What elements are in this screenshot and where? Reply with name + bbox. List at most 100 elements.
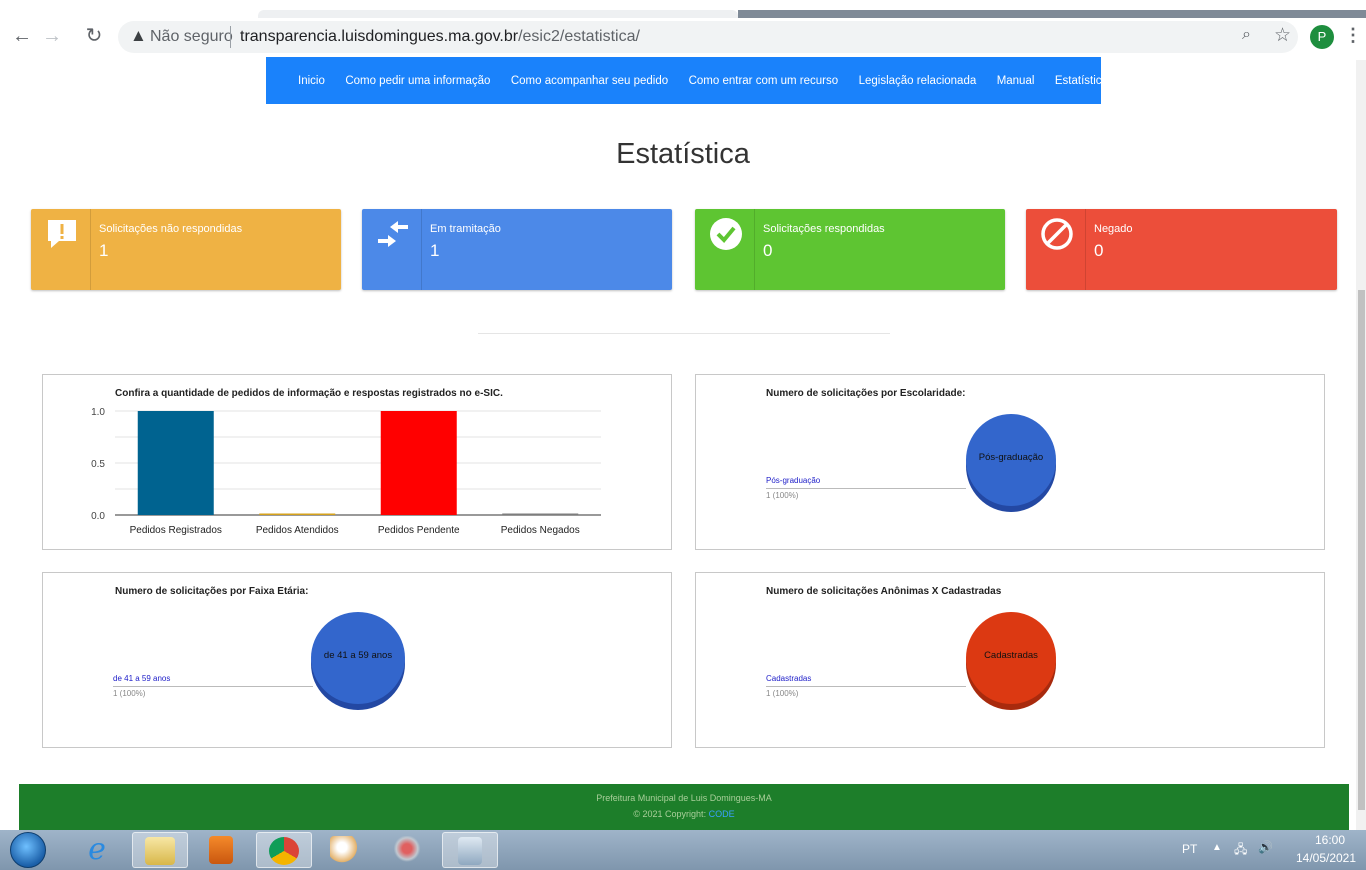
legend-percent: 1 (100%) <box>766 689 799 698</box>
x-tick-label: Pedidos Registrados <box>130 525 222 536</box>
x-tick-label: Pedidos Atendidos <box>256 525 339 536</box>
legend-percent: 1 (100%) <box>113 689 146 698</box>
bar-pedidos-negados[interactable] <box>502 513 579 516</box>
url-path: /esic2/estatistica/ <box>518 28 640 45</box>
legend-label: Cadastradas <box>766 674 812 683</box>
card-em-tramitacao: Em tramitação 1 <box>362 209 672 290</box>
tab-strip <box>0 0 1366 18</box>
card-value: 1 <box>99 241 109 260</box>
network-icon[interactable]: 🖧 <box>1234 840 1247 861</box>
card-respondidas: Solicitações respondidas 0 <box>695 209 1005 290</box>
internet-explorer-icon: e <box>88 832 106 867</box>
show-hidden-icons-icon[interactable]: ▲ <box>1212 842 1222 853</box>
forward-icon[interactable]: → <box>40 24 64 48</box>
footer-code-link[interactable]: CODE <box>709 809 735 819</box>
paint-icon <box>330 836 360 864</box>
legend-percent: 1 (100%) <box>766 491 799 500</box>
footer-copy-text: © 2021 Copyright: <box>633 809 707 819</box>
bar-pedidos-atendidos[interactable] <box>259 513 336 516</box>
volume-icon[interactable]: 🔊 <box>1258 840 1273 854</box>
screen: ← → ↻ ▲ Não seguro transparencia.luisdom… <box>0 0 1366 870</box>
section-divider <box>478 333 890 334</box>
chart-title: Numero de solicitações por Escolaridade: <box>766 388 966 399</box>
chart-panel-anonimas-cadastradas: Numero de solicitações Anônimas X Cadast… <box>695 572 1325 748</box>
transfer-arrows-icon <box>376 217 410 251</box>
taskbar-ie[interactable]: e <box>70 832 126 868</box>
nav-legislacao[interactable]: Legislação relacionada <box>859 75 977 87</box>
clock-date[interactable]: 14/05/2021 <box>1288 851 1364 865</box>
x-tick-label: Pedidos Negados <box>501 525 580 536</box>
chart-title: Numero de solicitações Anônimas X Cadast… <box>766 586 1002 597</box>
chart-panel-faixa-etaria: Numero de solicitações por Faixa Etária:… <box>42 572 672 748</box>
media-player-icon <box>209 836 233 864</box>
bar-pedidos-pendente[interactable] <box>380 411 457 515</box>
x-tick-label: Pedidos Pendente <box>378 525 460 536</box>
site-footer: Prefeitura Municipal de Luis Domingues-M… <box>19 784 1349 830</box>
url-host: transparencia.luisdomingues.ma.gov.br <box>240 28 519 45</box>
snipping-tool-icon <box>392 836 422 864</box>
profile-avatar[interactable]: P <box>1310 25 1334 49</box>
nav-como-entrar-recurso[interactable]: Como entrar com um recurso <box>689 75 839 87</box>
pie-label: Pós-graduação <box>978 452 1044 463</box>
pie-label: de 41 a 59 anos <box>323 650 393 661</box>
pie-label: Cadastradas <box>984 650 1038 661</box>
legend-leader-line <box>113 686 313 687</box>
chart-title: Numero de solicitações por Faixa Etária: <box>115 586 309 597</box>
tab-strip-background <box>738 10 1366 18</box>
card-value: 1 <box>430 241 440 260</box>
y-tick-label: 0.5 <box>91 459 105 470</box>
bookmark-star-icon[interactable]: ☆ <box>1274 24 1291 47</box>
legend-label: Pós-graduação <box>766 476 821 485</box>
reload-icon[interactable]: ↻ <box>82 24 106 48</box>
zoom-icon[interactable]: ⌕ <box>1242 26 1251 44</box>
browser-toolbar: ← → ↻ ▲ Não seguro transparencia.luisdom… <box>0 0 1366 60</box>
address-bar[interactable]: ▲ Não seguro transparencia.luisdomingues… <box>118 21 1298 53</box>
file-explorer-icon <box>145 837 175 865</box>
check-circle-icon <box>709 217 743 251</box>
ban-icon <box>1040 217 1074 251</box>
footer-org: Prefeitura Municipal de Luis Domingues-M… <box>596 793 772 803</box>
legend-label: de 41 a 59 anos <box>113 674 171 683</box>
card-label: Negado <box>1094 223 1133 235</box>
language-indicator[interactable]: PT <box>1182 842 1197 856</box>
alert-message-icon <box>45 217 79 251</box>
site-navbar: Inicio Como pedir uma informação Como ac… <box>266 57 1108 104</box>
browser-menu-icon[interactable]: ⋮ <box>1344 25 1362 46</box>
calculator-icon <box>458 837 482 865</box>
taskbar-paint[interactable] <box>318 832 374 868</box>
start-button-icon[interactable] <box>10 832 46 868</box>
footer-copyright: © 2021 Copyright: CODE <box>19 809 1349 819</box>
taskbar-chrome[interactable] <box>256 832 312 868</box>
card-value: 0 <box>1094 241 1104 260</box>
nav-como-pedir[interactable]: Como pedir uma informação <box>345 75 490 87</box>
nav-estatistica[interactable]: Estatística <box>1055 75 1108 87</box>
browser-tab[interactable] <box>258 10 738 18</box>
taskbar-calculator[interactable] <box>442 832 498 868</box>
y-tick-label: 1.0 <box>91 407 105 418</box>
clock-time[interactable]: 16:00 <box>1300 833 1360 847</box>
bar-pedidos-registrados[interactable] <box>137 411 214 515</box>
scrollbar-thumb[interactable] <box>1358 290 1365 810</box>
nav-manual[interactable]: Manual <box>997 75 1035 87</box>
card-label: Solicitações respondidas <box>763 223 885 235</box>
taskbar-explorer[interactable] <box>132 832 188 868</box>
taskbar-snipping[interactable] <box>380 832 436 868</box>
url-text[interactable]: transparencia.luisdomingues.ma.gov.br/es… <box>240 28 640 46</box>
card-label: Solicitações não respondidas <box>99 223 243 235</box>
back-icon[interactable]: ← <box>10 24 34 48</box>
not-secure-label[interactable]: Não seguro <box>150 28 233 46</box>
bar-chart: 1.0 0.5 0.0 Pedidos Registrados Pedidos Aten… <box>91 407 601 536</box>
y-tick-label: 0.0 <box>91 511 105 522</box>
chrome-icon <box>269 837 299 865</box>
card-negado: Negado 0 <box>1026 209 1337 290</box>
omnibox-separator <box>230 26 231 48</box>
card-label: Em tramitação <box>430 223 501 235</box>
taskbar-media[interactable] <box>194 832 250 868</box>
page-title: Estatística <box>616 138 750 170</box>
legend-leader-line <box>766 488 966 489</box>
warning-icon[interactable]: ▲ <box>130 26 147 46</box>
card-nao-respondidas: Solicitações não respondidas 1 <box>31 209 341 290</box>
nav-inicio[interactable]: Inicio <box>298 75 325 87</box>
nav-como-acompanhar[interactable]: Como acompanhar seu pedido <box>511 75 668 87</box>
card-value: 0 <box>763 241 773 260</box>
